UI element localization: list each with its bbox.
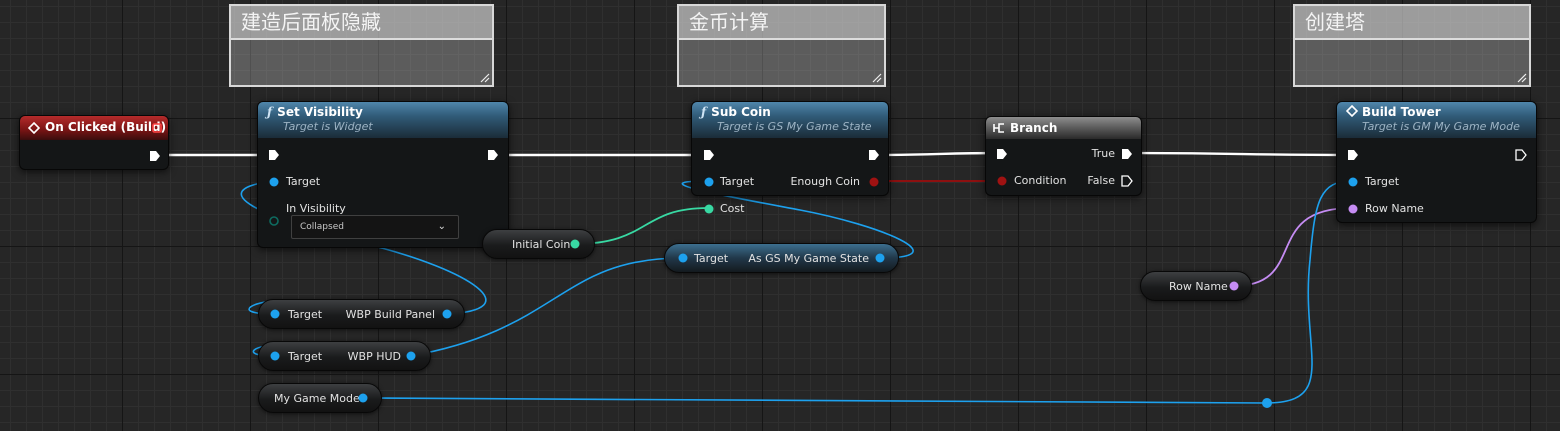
exec-wire-subcoin-to-branch [874,151,1002,157]
node-title: On Clicked (Build) [45,120,167,134]
node-subtitle: Target is GM My Game Mode [1362,120,1520,133]
function-node-set-visibility[interactable]: ƒ Set Visibility Target is Widget Target … [257,101,509,248]
function-node-sub-coin[interactable]: ƒ Sub Coin Target is GS My Game State Tar… [691,101,889,215]
getter-wbp-hud[interactable]: Target WBP HUD [258,341,431,371]
exec-out-pin[interactable] [1515,149,1527,161]
target-pin[interactable] [268,176,280,188]
function-icon: ƒ [267,105,273,119]
variable-row-name[interactable]: Row Name [1140,271,1252,301]
name-wire-rowname-to-buildtower [1232,207,1353,287]
exec-out-pin[interactable] [868,149,880,161]
target-pin[interactable] [269,308,281,320]
object-output-pin[interactable] [405,350,417,362]
node-subtitle: Target is Widget [283,120,373,133]
pin-label-target: Target [288,308,323,321]
target-pin[interactable] [703,176,715,188]
node-title: Branch [1010,121,1058,135]
branch-icon [993,123,1004,133]
node-title: Set Visibility [277,105,363,119]
pin-label-target: Target [694,252,729,265]
comment-create-tower[interactable]: 创建塔 [1293,4,1531,87]
comment-build-panel-hide[interactable]: 建造后面板隐藏 [229,4,494,87]
float-output-pin[interactable] [569,238,581,250]
resize-grip-icon[interactable] [870,71,882,83]
exec-in-pin[interactable] [996,148,1008,160]
exec-wire-branch-true-to-buildtower [1128,151,1352,157]
event-diamond-icon [1345,104,1359,118]
pin-label-cost: Cost [720,202,745,215]
event-node-on-clicked-build[interactable]: On Clicked (Build) [19,115,169,170]
pin-label-condition: Condition [1014,174,1067,187]
chevron-down-icon: ⌄ [437,221,446,232]
node-title: Sub Coin [711,105,771,119]
object-output-pin[interactable] [441,308,453,320]
exec-out-pin[interactable] [149,150,161,162]
visibility-dropdown[interactable]: Collapsed ⌄ [291,215,459,239]
comment-title[interactable]: 金币计算 [679,6,884,40]
pin-label-true: True [1091,147,1115,160]
resize-grip-icon[interactable] [1515,71,1527,83]
in-visibility-pin[interactable] [268,215,280,227]
cost-pin[interactable] [703,203,715,215]
pin-label-target: Target [288,350,323,363]
resize-grip-icon[interactable] [478,71,490,83]
target-pin[interactable] [269,350,281,362]
pin-label-wbp-build-panel: WBP Build Panel [345,308,435,321]
node-title: Build Tower [1362,105,1441,119]
target-pin[interactable] [677,252,689,264]
flow-node-branch[interactable]: Branch True Condition False [985,116,1142,196]
variable-label: Initial Coin [512,238,571,251]
variable-label: Row Name [1169,280,1228,293]
function-node-build-tower[interactable]: Build Tower Target is GM My Game Mode Ta… [1336,101,1537,223]
event-diamond-icon [28,122,40,134]
object-output-pin[interactable] [874,252,886,264]
variable-my-game-mode[interactable]: My Game Mode [258,383,382,413]
object-output-pin[interactable] [357,392,369,404]
exec-in-pin[interactable] [1347,149,1359,161]
pin-label-target: Target [1365,175,1400,188]
true-exec-out-pin[interactable] [1121,148,1133,160]
pin-label-wbp-hud: WBP HUD [347,350,401,363]
exec-out-pin[interactable] [487,149,499,161]
pin-label-target: Target [286,175,321,188]
pin-label-row-name: Row Name [1365,202,1424,215]
condition-pin[interactable] [996,175,1008,187]
delegate-pin-icon[interactable] [152,123,162,133]
pin-label-as-gs-my-game-state: As GS My Game State [748,252,869,265]
exec-in-pin[interactable] [268,149,280,161]
comment-coin-calc[interactable]: 金币计算 [677,4,886,87]
pin-label-target: Target [720,175,755,188]
pin-label-in-visibility: In Visibility [286,202,346,215]
enough-coin-pin[interactable] [868,176,880,188]
function-icon: ƒ [701,105,707,119]
pin-label-false: False [1087,174,1115,187]
comment-title[interactable]: 创建塔 [1295,6,1529,40]
node-subtitle: Target is GS My Game State [717,120,872,133]
comment-title[interactable]: 建造后面板隐藏 [231,6,492,40]
false-exec-out-pin[interactable] [1121,175,1133,187]
exec-in-pin[interactable] [703,149,715,161]
target-pin[interactable] [1347,176,1359,188]
variable-label: My Game Mode [274,392,360,405]
reroute-knot [1262,398,1272,408]
row-name-pin[interactable] [1347,203,1359,215]
pin-label-enough-coin: Enough Coin [790,175,860,188]
getter-wbp-build-panel[interactable]: Target WBP Build Panel [258,299,465,329]
variable-initial-coin[interactable]: Initial Coin [482,229,595,259]
name-output-pin[interactable] [1228,280,1240,292]
dropdown-value: Collapsed [300,222,344,232]
cast-node-as-gs-my-game-state[interactable]: Target As GS My Game State [664,243,899,273]
